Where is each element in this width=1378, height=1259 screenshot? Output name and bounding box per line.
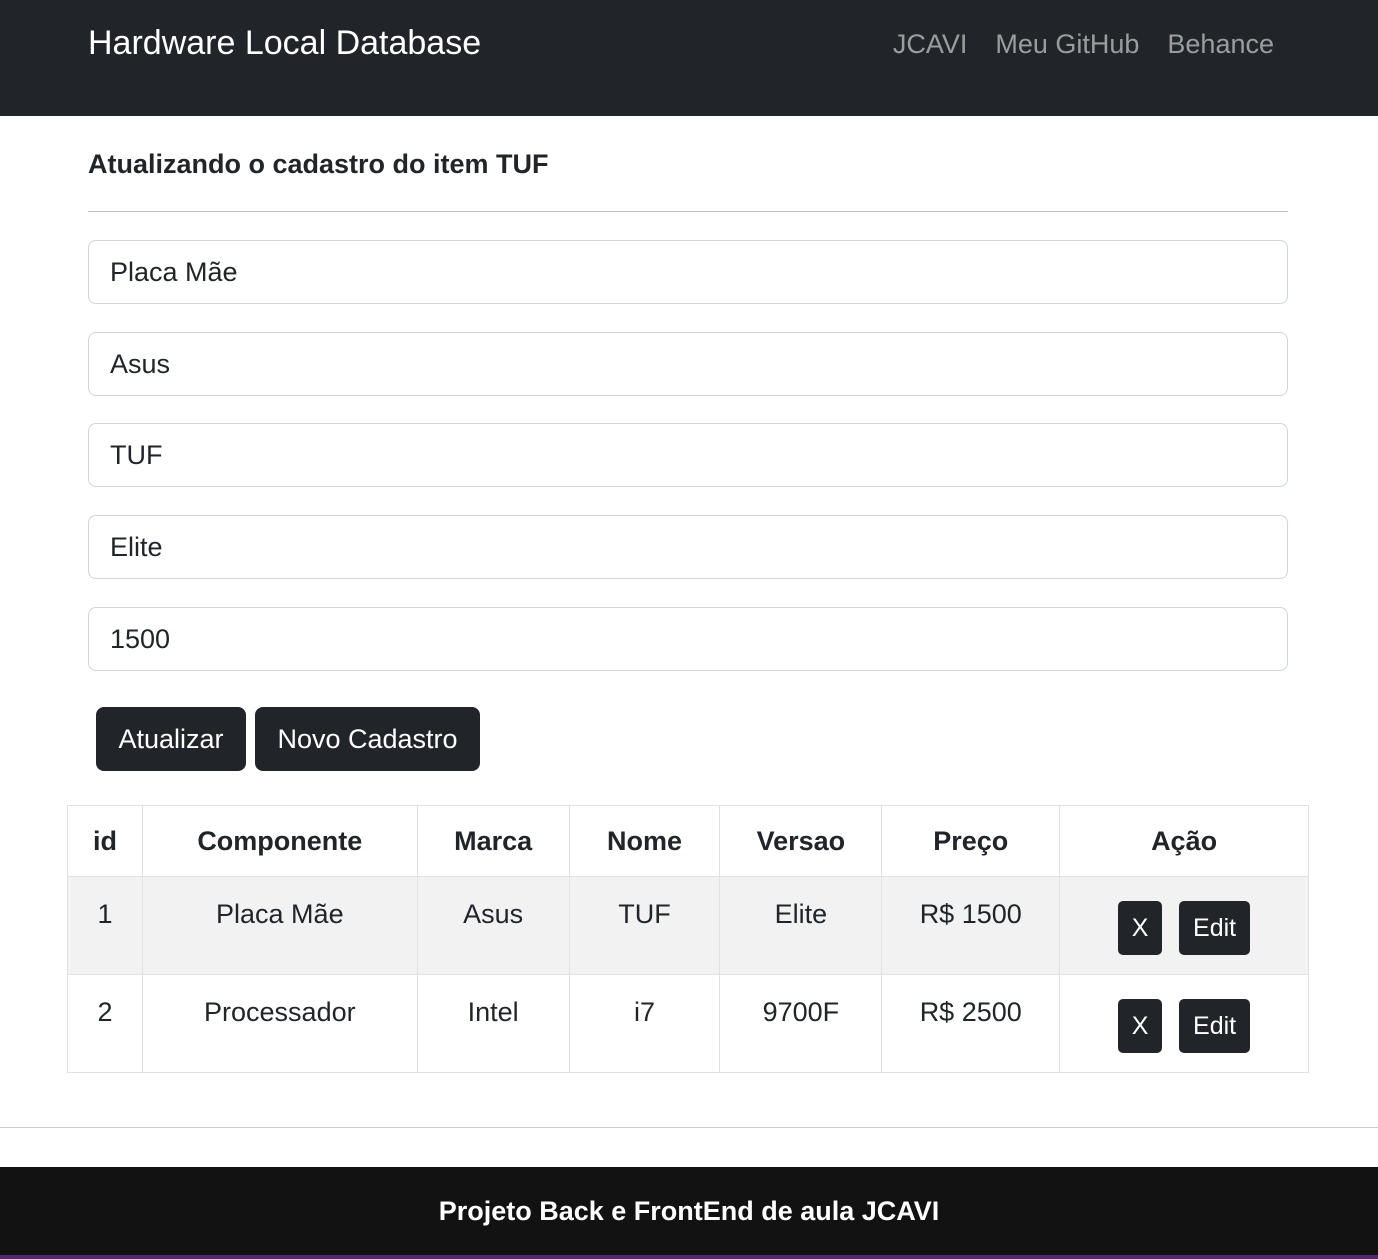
header-preco: Preço (881, 805, 1061, 877)
header-componente: Componente (141, 805, 418, 877)
form-heading: Atualizando o cadastro do item TUF (88, 149, 549, 179)
header-nome: Nome (568, 805, 721, 877)
cell-versao: Elite (719, 876, 883, 975)
table-row: 1 Placa Mãe Asus TUF Elite R$ 1500 X Edi… (67, 876, 1309, 975)
header-versao: Versao (719, 805, 883, 877)
update-button[interactable]: Atualizar (96, 707, 246, 771)
preco-field[interactable] (88, 607, 1288, 671)
nav-link-github[interactable]: Meu GitHub (995, 26, 1139, 62)
divider (88, 211, 1288, 212)
cell-componente: Placa Mãe (141, 876, 418, 975)
cell-versao: 9700F (719, 974, 883, 1073)
footer: Projeto Back e FrontEnd de aula JCAVI (0, 1167, 1378, 1259)
edit-button[interactable]: Edit (1179, 999, 1251, 1053)
marca-field[interactable] (88, 332, 1288, 396)
versao-field[interactable] (88, 515, 1288, 579)
cell-marca: Intel (416, 974, 570, 1073)
cell-marca: Asus (416, 876, 570, 975)
cell-actions: X Edit (1059, 974, 1309, 1073)
nome-field[interactable] (88, 423, 1288, 487)
table-header-row: id Componente Marca Nome Versao Preço Aç… (67, 805, 1309, 877)
navbar: Hardware Local Database JCAVI Meu GitHub… (0, 0, 1378, 116)
nav-link-jcavi[interactable]: JCAVI (893, 26, 968, 62)
cell-actions: X Edit (1059, 876, 1309, 975)
header-acao: Ação (1059, 805, 1309, 877)
table-row: 2 Processador Intel i7 9700F R$ 2500 X E… (67, 974, 1309, 1073)
nav-links: JCAVI Meu GitHub Behance (893, 26, 1274, 62)
new-record-button[interactable]: Novo Cadastro (255, 707, 480, 771)
delete-button[interactable]: X (1118, 901, 1163, 955)
footer-text: Projeto Back e FrontEnd de aula JCAVI (438, 1196, 940, 1226)
cell-id: 1 (67, 876, 143, 975)
cell-id: 2 (67, 974, 143, 1073)
cell-nome: TUF (568, 876, 721, 975)
edit-button[interactable]: Edit (1179, 901, 1251, 955)
cell-preco: R$ 2500 (881, 974, 1061, 1073)
componente-field[interactable] (88, 240, 1288, 304)
nav-link-behance[interactable]: Behance (1167, 26, 1274, 62)
delete-button[interactable]: X (1118, 999, 1163, 1053)
footer-divider (0, 1127, 1378, 1128)
brand-title[interactable]: Hardware Local Database (88, 22, 481, 64)
cell-nome: i7 (568, 974, 721, 1073)
cell-preco: R$ 1500 (881, 876, 1061, 975)
hardware-table: id Componente Marca Nome Versao Preço Aç… (67, 805, 1309, 1073)
header-marca: Marca (416, 805, 570, 877)
cell-componente: Processador (141, 974, 418, 1073)
header-id: id (67, 805, 143, 877)
